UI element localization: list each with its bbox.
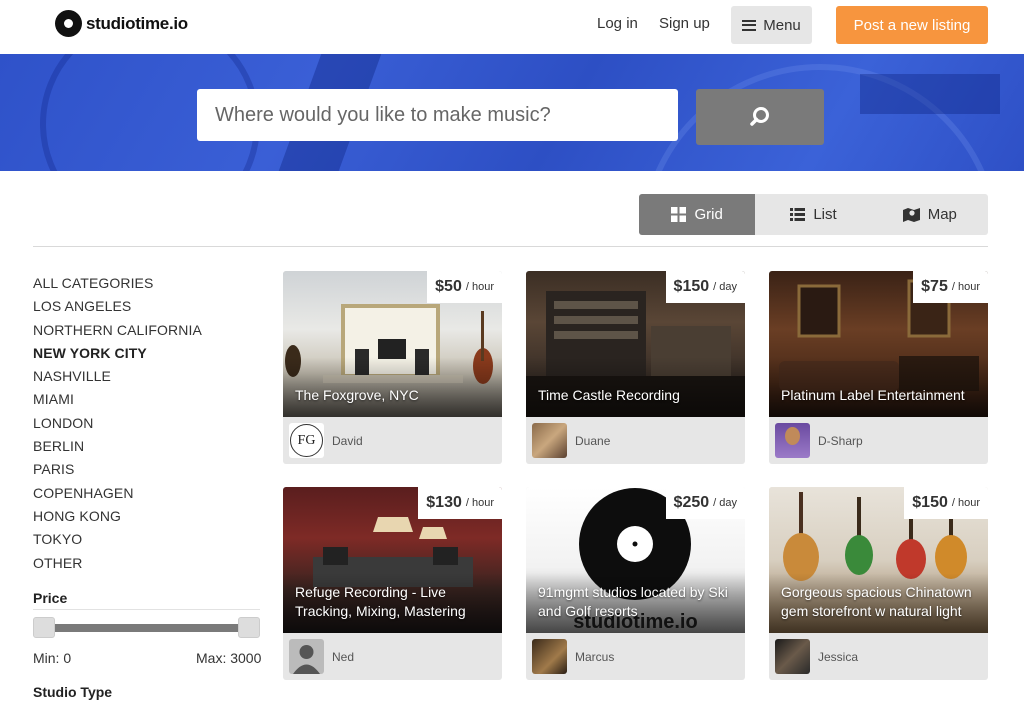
listing-card[interactable]: Refuge Recording - Live Tracking, Mixing… [283, 487, 502, 680]
hero-decoration [860, 74, 1000, 114]
owner-name: Ned [332, 650, 355, 664]
listing-card[interactable]: studiotime.io 91mgmt studios located by … [526, 487, 745, 680]
hero-banner [0, 54, 1024, 171]
price-amount: $150 [912, 494, 948, 511]
category-nashville[interactable]: NASHVILLE [33, 368, 202, 391]
price-amount: $50 [435, 278, 462, 295]
listing-title: Gorgeous spacious Chinatown gem storefro… [781, 584, 972, 619]
price-unit: / hour [951, 497, 980, 509]
avatar [532, 423, 567, 458]
post-listing-button[interactable]: Post a new listing [836, 6, 988, 44]
avatar [775, 639, 810, 674]
price-tag: $50 / hour [427, 271, 502, 303]
avatar: FG [289, 423, 324, 458]
list-icon [790, 208, 806, 221]
price-amount: $150 [673, 278, 710, 295]
price-divider [33, 609, 260, 610]
owner-name: Duane [575, 434, 611, 448]
category-all[interactable]: ALL CATEGORIES [33, 275, 202, 298]
category-london[interactable]: LONDON [33, 415, 202, 438]
category-list: ALL CATEGORIES LOS ANGELES NORTHERN CALI… [33, 275, 202, 578]
price-amount: $250 [673, 494, 710, 511]
listing-footer: FG David [283, 417, 502, 464]
listing-footer: Jessica [769, 633, 988, 680]
person-icon [293, 645, 320, 674]
category-miami[interactable]: MIAMI [33, 391, 202, 414]
signup-link[interactable]: Sign up [659, 15, 710, 32]
view-tab-label: Grid [694, 206, 723, 223]
listing-footer: Marcus [526, 633, 745, 680]
listing-title: The Foxgrove, NYC [295, 387, 419, 403]
search-button[interactable] [696, 89, 824, 145]
avatar-face [785, 427, 800, 445]
view-tab-map[interactable]: Map [872, 194, 988, 235]
listing-title: Time Castle Recording [538, 387, 680, 403]
view-tab-grid[interactable]: Grid [639, 194, 756, 235]
price-tag: $250 / day [665, 487, 745, 519]
price-tag: $130 / hour [418, 487, 502, 519]
category-tokyo[interactable]: TOKYO [33, 531, 202, 554]
listing-footer: D-Sharp [769, 417, 988, 464]
category-new-york-city[interactable]: NEW YORK CITY [33, 345, 202, 368]
category-hong-kong[interactable]: HONG KONG [33, 508, 202, 531]
vinyl-logo-icon [55, 10, 82, 37]
category-other[interactable]: OTHER [33, 555, 202, 578]
listing-footer: Ned [283, 633, 502, 680]
view-toggle: Grid List Map [639, 194, 988, 235]
view-tab-label: List [813, 206, 837, 223]
logo-text: studiotime.io [86, 13, 188, 33]
owner-name: David [332, 434, 363, 448]
category-los-angeles[interactable]: LOS ANGELES [33, 298, 202, 321]
avatar [775, 423, 810, 458]
price-slider-track[interactable] [40, 624, 254, 632]
listing-card[interactable]: Gorgeous spacious Chinatown gem storefro… [769, 487, 988, 680]
price-amount: $130 [426, 494, 462, 511]
price-unit: / hour [465, 497, 494, 509]
category-berlin[interactable]: BERLIN [33, 438, 202, 461]
avatar [532, 639, 567, 674]
price-tag: $150 / day [665, 271, 745, 303]
view-tab-label: Map [927, 206, 957, 223]
listing-title: 91mgmt studios located by Ski and Golf r… [538, 584, 728, 619]
price-unit: / day [713, 497, 737, 509]
price-unit: / day [713, 281, 737, 293]
price-amount: $75 [921, 278, 948, 295]
price-slider-max-handle[interactable] [238, 617, 260, 638]
listing-footer: Duane [526, 417, 745, 464]
search-icon [750, 107, 769, 126]
price-slider-min-handle[interactable] [33, 617, 55, 638]
category-paris[interactable]: PARIS [33, 461, 202, 484]
section-divider [33, 246, 988, 247]
top-header: studiotime.io Log in Sign up Menu Post a… [0, 0, 1024, 54]
menu-label: Menu [763, 16, 801, 34]
listing-card[interactable]: Time Castle Recording $150 / day Duane [526, 271, 745, 464]
price-unit: / hour [951, 281, 980, 293]
owner-name: Jessica [818, 650, 859, 664]
category-northern-california[interactable]: NORTHERN CALIFORNIA [33, 322, 202, 345]
hamburger-icon [742, 19, 757, 31]
price-max-value: Max: 3000 [196, 650, 262, 666]
grid-icon [671, 207, 687, 222]
owner-name: Marcus [575, 650, 615, 664]
menu-button[interactable]: Menu [731, 6, 812, 44]
price-tag: $150 / hour [904, 487, 988, 519]
listing-title: Platinum Label Entertainment [781, 387, 965, 403]
price-tag: $75 / hour [913, 271, 988, 303]
fg-logo-avatar: FG [290, 424, 323, 457]
default-user-icon [289, 639, 324, 674]
price-unit: / hour [465, 281, 494, 293]
view-tab-list[interactable]: List [755, 194, 871, 235]
logo[interactable]: studiotime.io [55, 10, 188, 37]
category-copenhagen[interactable]: COPENHAGEN [33, 485, 202, 508]
map-icon [902, 208, 920, 222]
price-min-value: Min: 0 [33, 650, 72, 666]
price-heading: Price [33, 590, 68, 606]
listing-title: Refuge Recording - Live Tracking, Mixing… [295, 584, 466, 619]
owner-name: D-Sharp [818, 434, 863, 448]
search-input[interactable] [197, 89, 678, 141]
listing-card[interactable]: Platinum Label Entertainment $75 / hour … [769, 271, 988, 464]
studio-type-heading: Studio Type [33, 684, 113, 700]
listing-card[interactable]: The Foxgrove, NYC $50 / hour FG David [283, 271, 502, 464]
login-link[interactable]: Log in [597, 15, 638, 32]
